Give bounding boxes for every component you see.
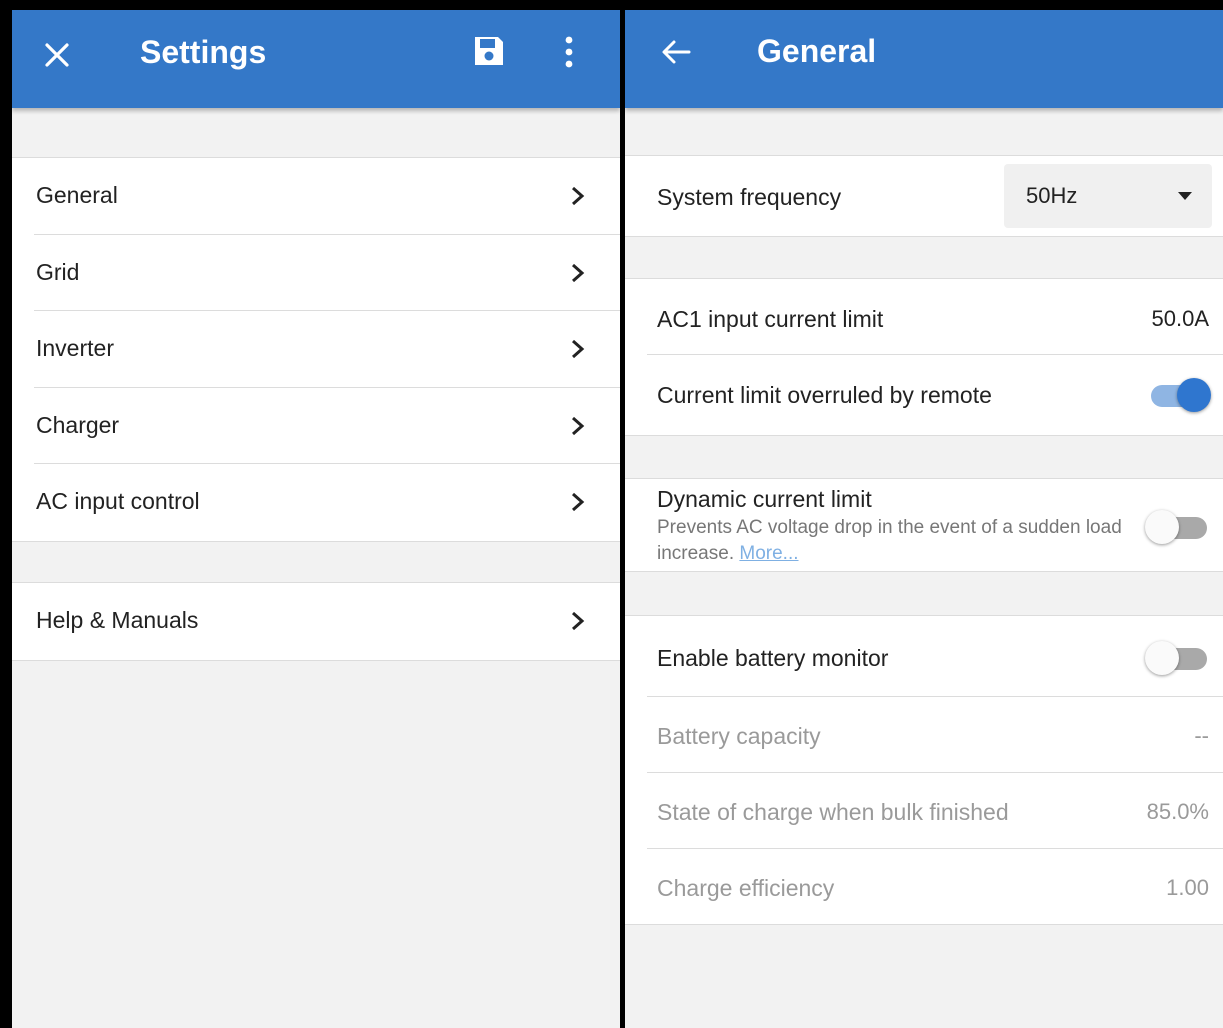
system-frequency-row: System frequency 50Hz xyxy=(625,156,1223,236)
menu-item-ac-input-control[interactable]: AC input control xyxy=(12,464,620,541)
state-of-charge-row: State of charge when bulk finished 85.0% xyxy=(625,773,1223,849)
system-frequency-select[interactable]: 50Hz xyxy=(1004,164,1212,228)
settings-menu-list: General Grid Inverter Charger AC input c… xyxy=(12,157,620,542)
chevron-right-icon xyxy=(572,339,585,359)
menu-item-label: Inverter xyxy=(36,335,114,361)
chevron-right-icon xyxy=(572,492,585,512)
current-limit-overruled-row: Current limit overruled by remote xyxy=(625,355,1223,435)
current-limit-section: AC1 input current limit 50.0A Current li… xyxy=(625,278,1223,436)
ac1-input-current-limit-row[interactable]: AC1 input current limit 50.0A xyxy=(625,279,1223,355)
state-of-charge-label: State of charge when bulk finished xyxy=(657,799,1009,825)
back-arrow-icon[interactable] xyxy=(661,39,691,65)
menu-item-label: Charger xyxy=(36,411,120,438)
enable-battery-monitor-toggle[interactable] xyxy=(1145,640,1211,676)
chevron-right-icon xyxy=(572,611,585,631)
menu-item-general[interactable]: General xyxy=(12,158,620,235)
enable-battery-monitor-label: Enable battery monitor xyxy=(657,645,889,671)
floppy-save-icon[interactable] xyxy=(472,34,506,68)
chevron-right-icon xyxy=(572,186,585,206)
current-limit-overruled-toggle[interactable] xyxy=(1145,377,1211,413)
current-limit-overruled-label: Current limit overruled by remote xyxy=(657,382,992,408)
menu-item-label: Help & Manuals xyxy=(36,607,199,633)
general-app-bar: General xyxy=(625,10,1223,108)
dynamic-current-limit-row: Dynamic current limit Prevents AC voltag… xyxy=(625,479,1223,571)
battery-capacity-label: Battery capacity xyxy=(657,723,821,749)
menu-item-grid[interactable]: Grid xyxy=(12,235,620,311)
more-link[interactable]: More... xyxy=(739,543,798,564)
menu-item-label: General xyxy=(36,182,118,208)
dynamic-current-limit-toggle[interactable] xyxy=(1145,509,1211,545)
chevron-right-icon xyxy=(572,263,585,282)
battery-monitor-section: Enable battery monitor Battery capacity … xyxy=(625,615,1223,925)
charge-efficiency-row: Charge efficiency 1.00 xyxy=(625,849,1223,924)
caret-down-icon xyxy=(1178,192,1192,200)
settings-screen: Settings General Grid Inverter Charger A… xyxy=(12,10,620,1028)
charge-efficiency-label: Charge efficiency xyxy=(657,875,835,901)
page-title: General xyxy=(757,33,877,69)
system-frequency-value: 50Hz xyxy=(1026,183,1078,208)
menu-item-charger[interactable]: Charger xyxy=(12,388,620,464)
general-screen: General System frequency 50Hz AC1 input … xyxy=(625,10,1223,1028)
more-vertical-icon[interactable] xyxy=(564,36,574,68)
charge-efficiency-value: 1.00 xyxy=(1166,875,1209,900)
frequency-section: System frequency 50Hz xyxy=(625,155,1223,237)
battery-capacity-value: -- xyxy=(1194,723,1209,748)
help-list: Help & Manuals xyxy=(12,582,620,661)
system-frequency-label: System frequency xyxy=(657,184,842,210)
menu-item-label: AC input control xyxy=(36,488,200,514)
dynamic-limit-section: Dynamic current limit Prevents AC voltag… xyxy=(625,478,1223,572)
menu-item-label: Grid xyxy=(36,258,80,285)
menu-item-help-manuals[interactable]: Help & Manuals xyxy=(12,583,620,660)
page-title: Settings xyxy=(140,34,267,70)
dynamic-current-limit-description: Prevents AC voltage drop in the event of… xyxy=(657,517,1122,564)
enable-battery-monitor-row: Enable battery monitor xyxy=(625,616,1223,697)
menu-item-inverter[interactable]: Inverter xyxy=(12,311,620,388)
ac1-input-current-limit-label: AC1 input current limit xyxy=(657,306,884,332)
settings-app-bar: Settings xyxy=(12,10,620,108)
state-of-charge-value: 85.0% xyxy=(1146,799,1209,824)
dynamic-current-limit-label: Dynamic current limit xyxy=(657,486,872,512)
chevron-right-icon xyxy=(572,416,585,435)
battery-capacity-row: Battery capacity -- xyxy=(625,697,1223,773)
close-icon[interactable] xyxy=(44,42,70,68)
ac1-input-current-limit-value: 50.0A xyxy=(1151,306,1210,331)
